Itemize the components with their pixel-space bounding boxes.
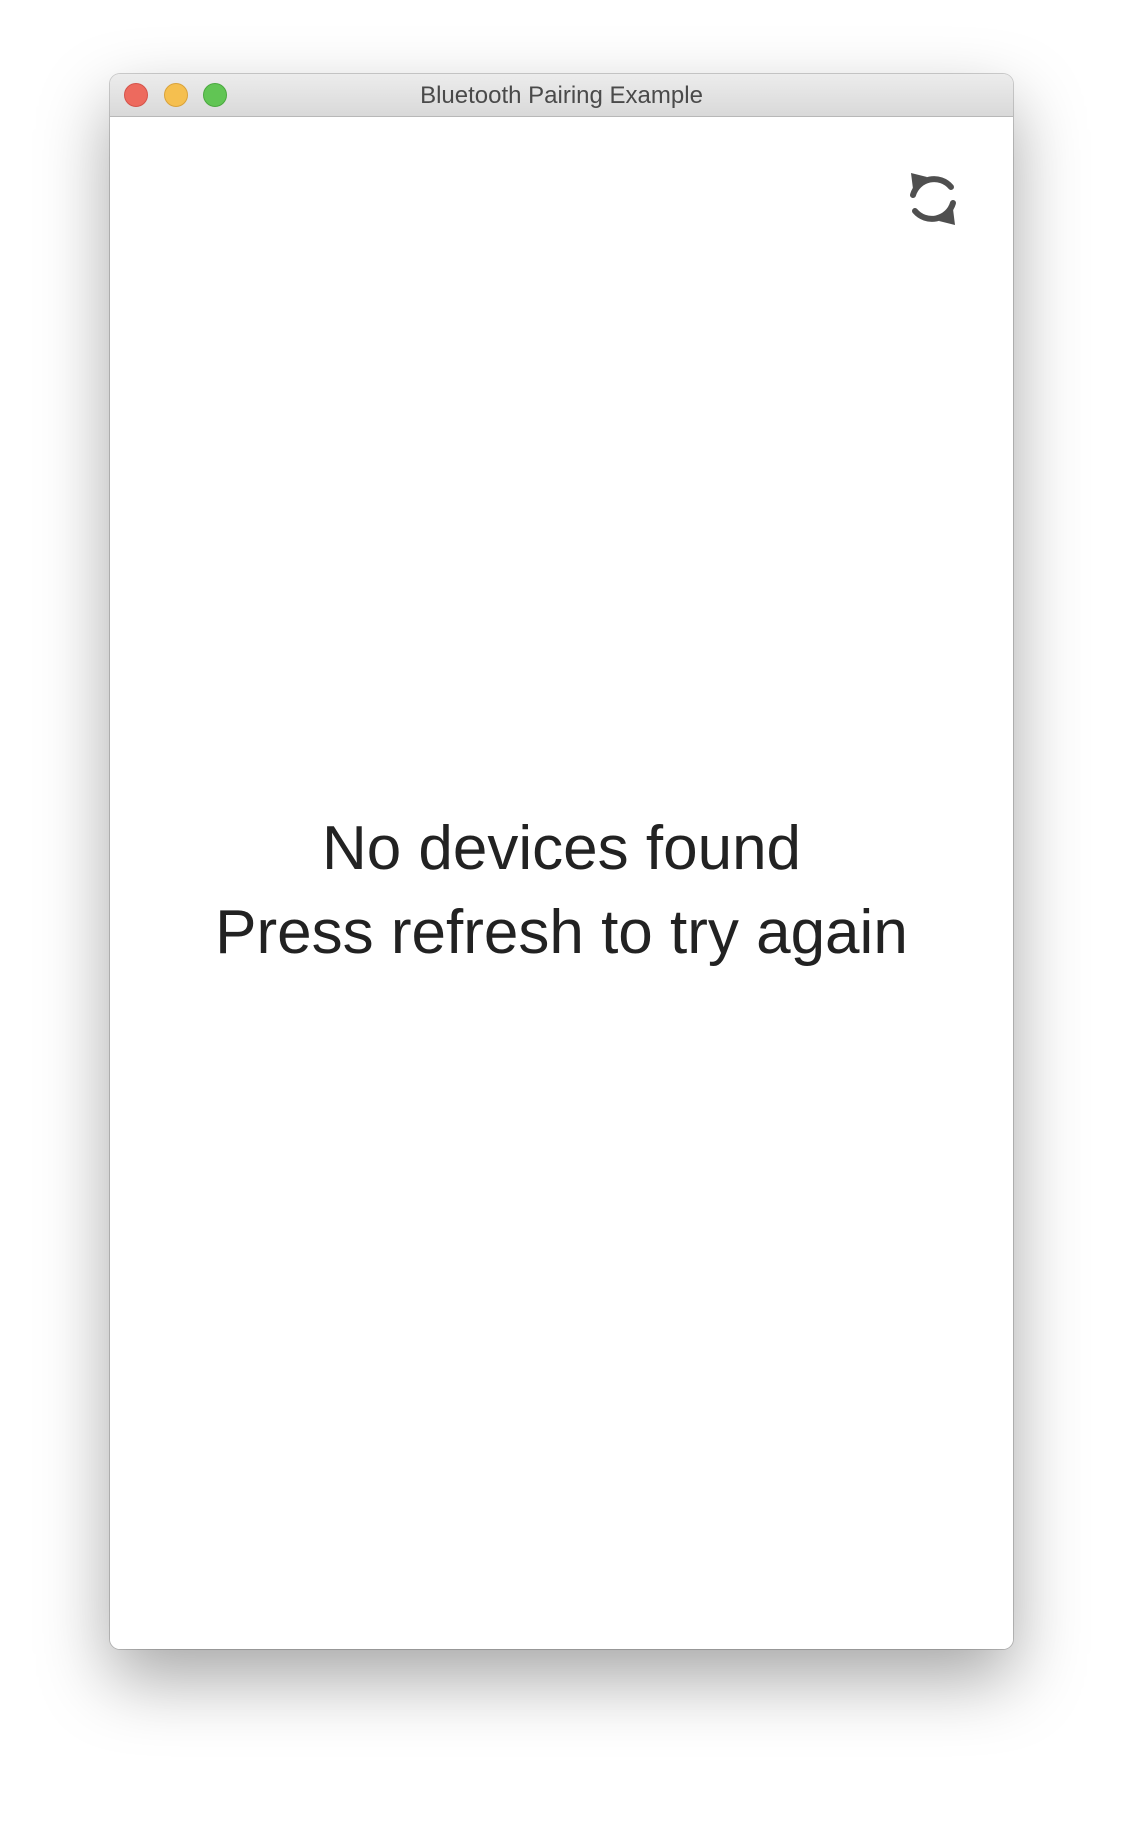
refresh-icon: [910, 173, 956, 225]
empty-state-message: No devices found Press refresh to try ag…: [110, 807, 1013, 975]
refresh-button[interactable]: [901, 167, 965, 231]
title-bar[interactable]: Bluetooth Pairing Example: [110, 74, 1013, 117]
main-content: No devices found Press refresh to try ag…: [110, 117, 1013, 1649]
window-title: Bluetooth Pairing Example: [420, 82, 703, 109]
empty-state-line1: No devices found: [321, 814, 802, 883]
app-window: Bluetooth Pairing Example No devices fou…: [110, 74, 1013, 1649]
empty-state-line2: Press refresh to try again: [215, 898, 908, 967]
